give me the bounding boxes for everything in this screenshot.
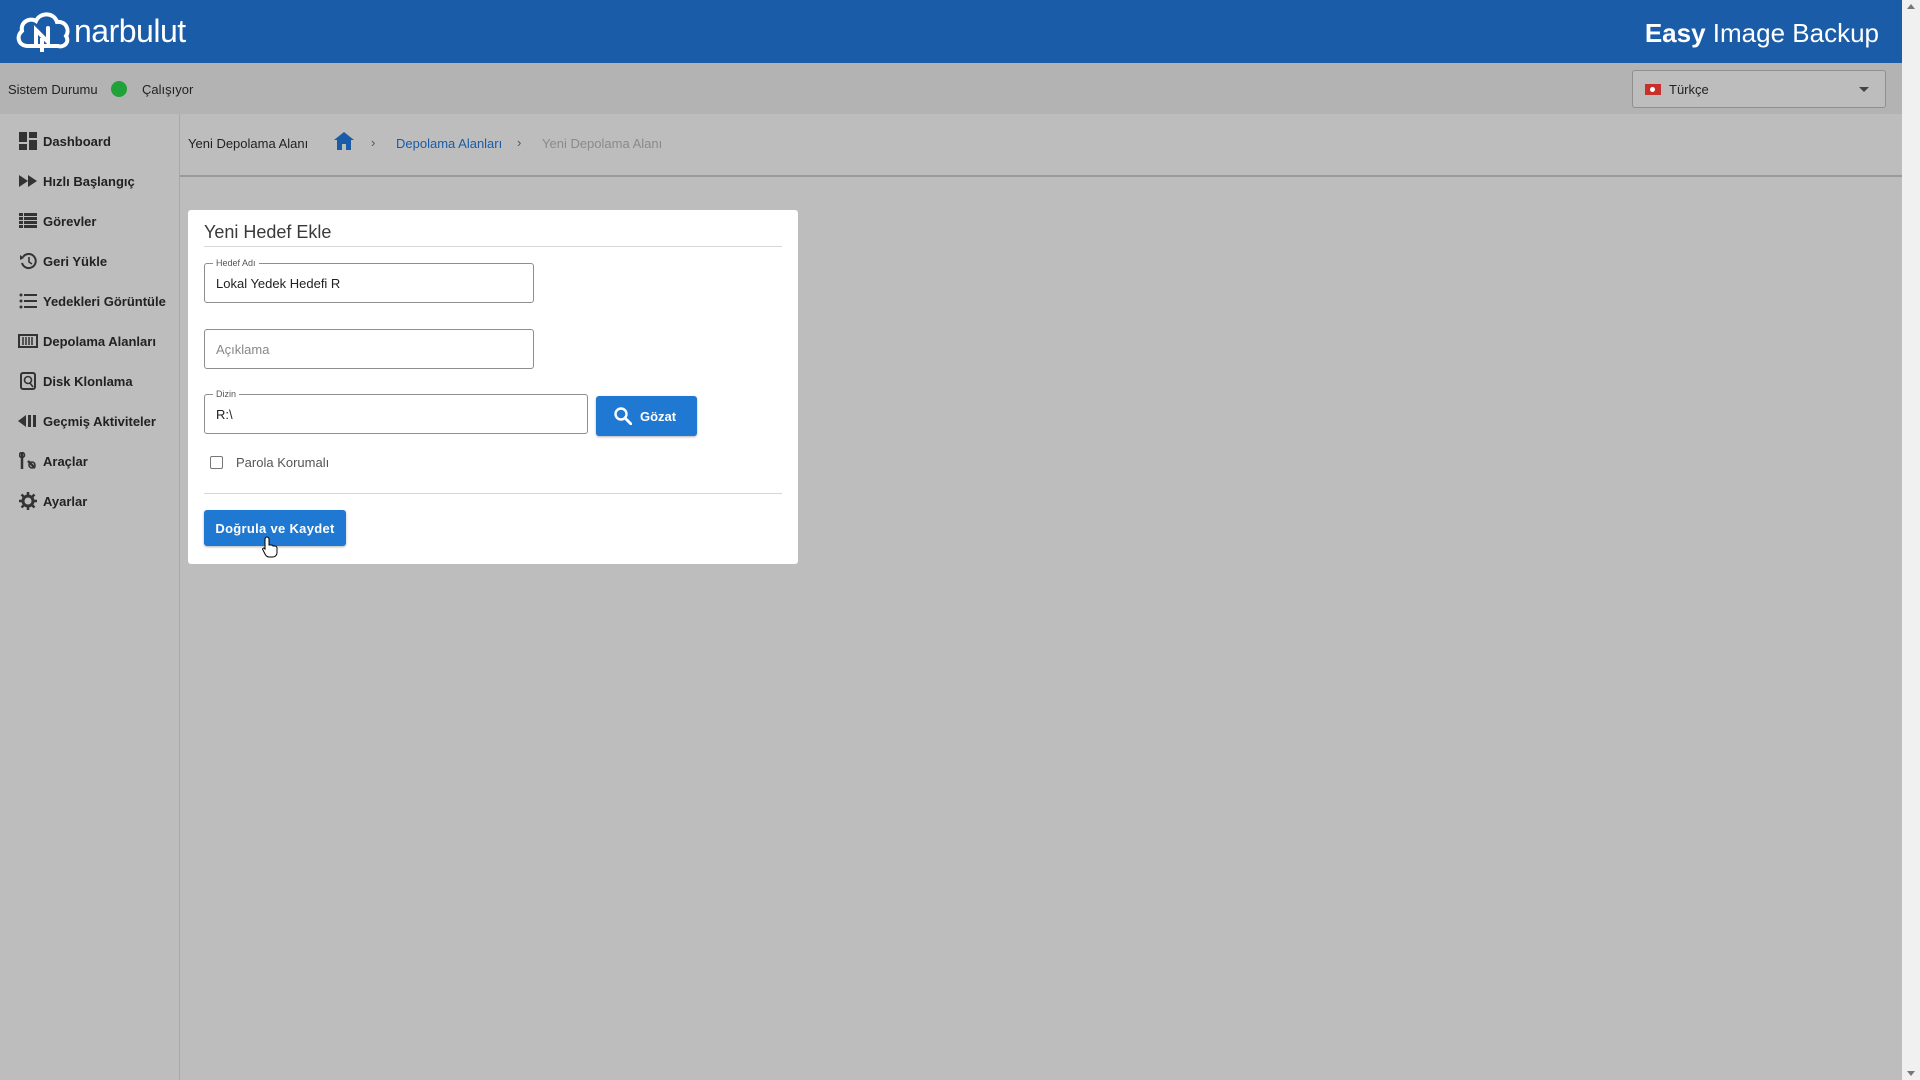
target-name-field[interactable]: Hedef Adı Lokal Yedek Hedefi R [204, 258, 534, 303]
scroll-down-icon[interactable] [1907, 1071, 1915, 1076]
directory-value: R:\ [216, 407, 233, 422]
page-scrollbar[interactable] [1902, 0, 1920, 1080]
brand-name: narbulut [74, 12, 186, 49]
system-status-label: Sistem Durumu [8, 82, 98, 97]
view-list-icon [18, 291, 38, 311]
target-name-value: Lokal Yedek Hedefi R [216, 276, 341, 291]
sidebar-item-tools[interactable]: Araçlar [0, 444, 179, 478]
directory-field[interactable]: Dizin R:\ [204, 389, 588, 434]
browse-button[interactable]: Gözat [596, 396, 697, 436]
card-title: Yeni Hedef Ekle [204, 222, 332, 242]
sidebar-item-label: Depolama Alanları [43, 333, 156, 349]
divider [204, 246, 782, 247]
password-protected-checkbox[interactable] [210, 456, 223, 469]
gear-icon [18, 491, 38, 511]
brand-logo[interactable]: narbulut [14, 8, 186, 54]
sidebar-item-label: Ayarlar [43, 493, 88, 509]
turkey-flag-icon [1645, 84, 1661, 95]
sidebar-item-label: Hızlı Başlangıç [43, 173, 135, 189]
sidebar-item-label: Dashboard [43, 133, 111, 149]
sidebar-item-view-backups[interactable]: Yedekleri Görüntüle [0, 284, 179, 318]
breadcrumb-separator: › [371, 135, 376, 150]
sidebar-item-label: Araçlar [43, 453, 88, 469]
page-title: Yeni Depolama Alanı [188, 136, 309, 151]
system-status-value: Çalışıyor [142, 82, 194, 97]
divider [204, 493, 782, 494]
dashboard-icon [18, 131, 38, 151]
sidebar-item-label: Geri Yükle [43, 253, 108, 269]
breadcrumb-current: Yeni Depolama Alanı [542, 136, 663, 151]
sidebar-item-quick-start[interactable]: Hızlı Başlangıç [0, 164, 179, 198]
sidebar-item-label: Geçmiş Aktiviteler [43, 413, 156, 429]
search-icon [614, 407, 633, 430]
disk-clone-icon [18, 371, 38, 391]
save-button-label: Doğrula ve Kaydet [215, 521, 335, 536]
description-placeholder: Açıklama [216, 342, 270, 357]
language-select[interactable]: Türkçe [1632, 70, 1886, 108]
sidebar-item-settings[interactable]: Ayarlar [0, 484, 179, 518]
breadcrumb-separator: › [517, 135, 522, 150]
product-title-bold: Easy [1644, 18, 1706, 48]
breadcrumb-bar: Yeni Depolama Alanı › Depolama Alanları … [180, 114, 1902, 177]
cloud-logo-icon [16, 12, 70, 52]
scroll-up-icon[interactable] [1907, 4, 1915, 9]
new-target-card: Yeni Hedef Ekle Hedef Adı Lokal Yedek He… [188, 210, 798, 564]
list-icon [18, 211, 38, 231]
sidebar-item-dashboard[interactable]: Dashboard [0, 124, 179, 158]
directory-legend: Dizin [213, 389, 240, 399]
sidebar-item-history[interactable]: Geçmiş Aktiviteler [0, 404, 179, 438]
sidebar-item-label: Görevler [43, 213, 97, 229]
breadcrumb-link-storage[interactable]: Depolama Alanları [396, 136, 502, 151]
password-protected-label[interactable]: Parola Korumalı [236, 455, 329, 470]
hand-cursor-icon [262, 536, 278, 563]
sidebar-item-storage[interactable]: Depolama Alanları [0, 324, 179, 358]
language-selected-value: Türkçe [1669, 82, 1709, 97]
app-header: narbulut Easy Image Backup [0, 0, 1902, 63]
tools-icon [18, 451, 38, 471]
history-icon [18, 411, 38, 431]
target-name-legend: Hedef Adı [213, 258, 259, 268]
status-bar: Sistem Durumu Çalışıyor Türkçe [0, 63, 1902, 114]
sidebar-item-label: Yedekleri Görüntüle [43, 293, 166, 309]
sidebar-item-tasks[interactable]: Görevler [0, 204, 179, 238]
description-field[interactable]: Açıklama [204, 329, 534, 369]
status-indicator-icon [111, 81, 127, 97]
home-icon[interactable] [334, 132, 354, 155]
sidebar-item-disk-clone[interactable]: Disk Klonlama [0, 364, 179, 398]
sidebar-item-label: Disk Klonlama [43, 373, 133, 389]
product-title: Easy Image Backup [1645, 18, 1879, 49]
chevron-down-icon [1859, 87, 1869, 92]
restore-icon [18, 251, 38, 271]
fast-forward-icon [18, 171, 38, 191]
product-title-rest: Image Backup [1705, 18, 1879, 48]
sidebar-item-restore[interactable]: Geri Yükle [0, 244, 179, 278]
browse-button-label: Gözat [640, 409, 677, 424]
storage-icon [18, 331, 38, 351]
sidebar: Dashboard Hızlı Başlangıç Görevler Geri … [0, 114, 180, 1080]
